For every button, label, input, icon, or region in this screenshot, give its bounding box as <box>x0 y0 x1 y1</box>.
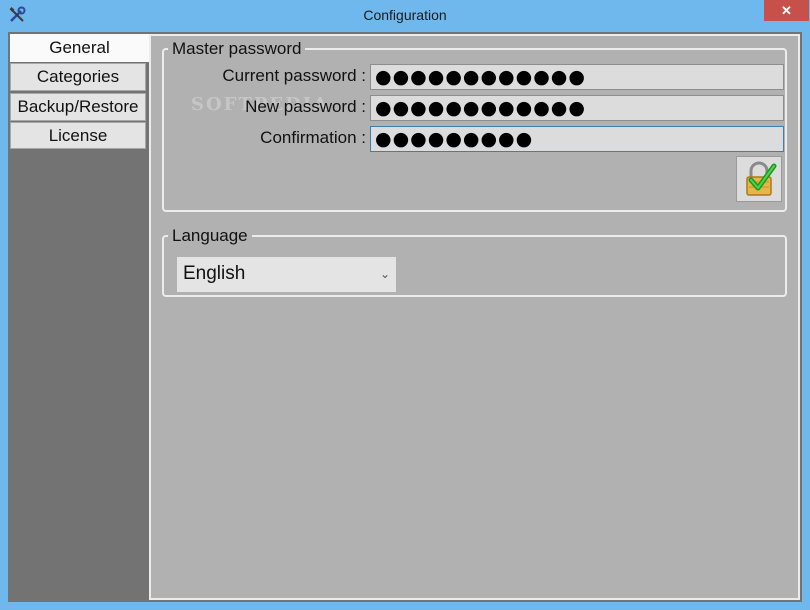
current-password-label: Current password : <box>222 66 366 85</box>
tab-backup-restore[interactable]: Backup/Restore <box>10 93 146 121</box>
master-password-group: Master password Current password : ●●●●●… <box>162 40 787 212</box>
tab-categories[interactable]: Categories <box>10 63 146 91</box>
lock-check-icon <box>746 161 777 196</box>
tab-label: Categories <box>36 67 120 86</box>
chevron-down-icon: ⌄ <box>379 267 390 281</box>
master-password-legend: Master password <box>168 40 306 58</box>
confirmation-field[interactable]: ●●●●●●●●● <box>370 126 784 152</box>
window-title: Configuration <box>363 7 447 23</box>
confirmation-label: Confirmation : <box>260 128 366 147</box>
tab-license[interactable]: License <box>10 122 146 149</box>
language-group: Language English ⌄ <box>162 227 787 297</box>
new-password-label: New password : <box>245 97 366 116</box>
tab-label: License <box>48 125 108 145</box>
window-client-area: General Categories Backup/Restore Licens… <box>8 32 802 602</box>
close-icon: ✕ <box>781 2 792 18</box>
tab-label: Backup/Restore <box>17 97 139 116</box>
close-button[interactable]: ✕ <box>764 0 809 21</box>
language-legend: Language <box>168 227 252 245</box>
title-bar: Configuration ✕ <box>0 0 810 32</box>
tab-label: General <box>49 38 110 57</box>
new-password-field[interactable]: ●●●●●●●●●●●● <box>370 95 784 121</box>
language-select[interactable]: English ⌄ <box>177 257 396 292</box>
language-selected-value: English <box>183 263 246 284</box>
apply-password-button[interactable] <box>736 156 782 202</box>
general-settings-panel: SOFTPEDIA Master password Current passwo… <box>149 34 800 600</box>
current-password-field[interactable]: ●●●●●●●●●●●● <box>370 64 784 90</box>
tab-general[interactable]: General <box>10 34 149 62</box>
